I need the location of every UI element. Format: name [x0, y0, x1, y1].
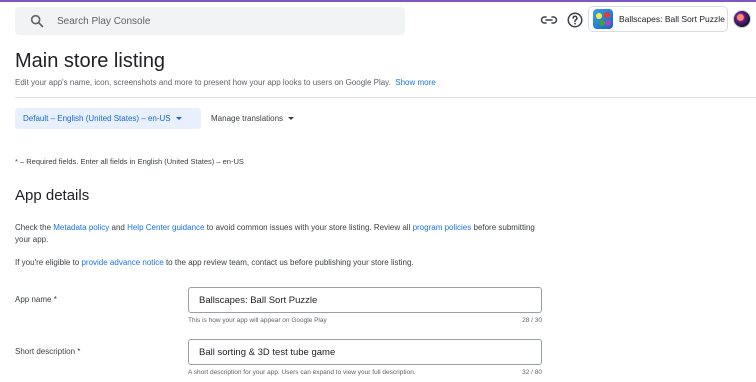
language-selector[interactable]: Default – English (United States) – en-U… — [15, 108, 201, 129]
help-icon[interactable] — [566, 11, 584, 29]
manage-translations-button[interactable]: Manage translations — [211, 108, 295, 129]
app-switcher[interactable]: Ballscapes: Ball Sort Puzzle — [588, 6, 728, 32]
metadata-policy-link[interactable]: Metadata policy — [53, 223, 109, 232]
link-icon[interactable] — [540, 11, 558, 29]
search-input[interactable]: Search Play Console — [57, 16, 150, 27]
short-description-counter: 32 / 80 — [522, 369, 542, 376]
short-description-label: Short description * — [15, 347, 81, 356]
app-name-label: App name * — [15, 295, 57, 304]
language-label: Default – English (United States) – en-U… — [23, 114, 171, 123]
short-description-field[interactable]: Ball sorting & 3D test tube game — [188, 339, 542, 365]
search-icon — [30, 14, 44, 28]
search-bar[interactable]: Search Play Console — [15, 7, 405, 35]
section-title: App details — [15, 187, 90, 204]
avatar[interactable] — [733, 10, 751, 28]
app-name-field[interactable]: Ballscapes: Ball Sort Puzzle — [188, 287, 542, 313]
policy-paragraph: Check the Metadata policy and Help Cente… — [15, 223, 535, 244]
page-title: Main store listing — [15, 50, 166, 72]
divider — [15, 97, 756, 98]
required-fields-note: * – Required fields. Enter all fields in… — [15, 157, 244, 166]
help-center-link[interactable]: Help Center guidance — [127, 223, 204, 232]
advance-notice-link[interactable]: provide advance notice — [81, 258, 163, 267]
advance-notice-paragraph: If you're eligible to provide advance no… — [15, 258, 414, 267]
app-name-label: Ballscapes: Ball Sort Puzzle — [619, 14, 725, 24]
top-accent-bar — [0, 0, 756, 2]
show-more-link[interactable]: Show more — [395, 78, 435, 87]
app-thumbnail — [593, 9, 613, 29]
program-policies-link[interactable]: program policies — [413, 223, 472, 232]
short-description-hint: A short description for your app. Users … — [188, 369, 542, 376]
manage-translations-label: Manage translations — [211, 114, 284, 123]
chevron-down-icon — [288, 117, 295, 120]
app-name-hint: This is how your app will appear on Goog… — [188, 317, 542, 324]
page-subtitle: Edit your app's name, icon, screenshots … — [15, 78, 436, 87]
chevron-down-icon — [175, 117, 182, 120]
app-name-counter: 28 / 30 — [522, 317, 542, 324]
